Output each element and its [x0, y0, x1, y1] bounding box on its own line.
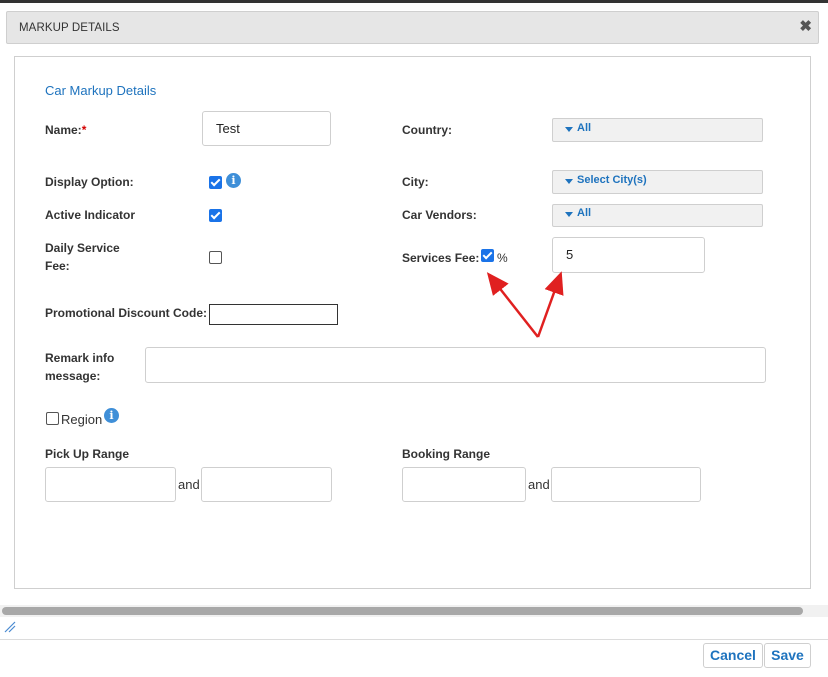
annotation-arrow-left [486, 272, 539, 338]
annotation-arrows [486, 271, 564, 338]
horizontal-scrollbar[interactable] [0, 605, 828, 617]
annotation-arrow-right [536, 271, 564, 338]
footer-divider [0, 639, 828, 640]
cancel-button[interactable]: Cancel [703, 643, 763, 668]
resize-grip-icon[interactable] [4, 621, 16, 633]
save-button[interactable]: Save [764, 643, 811, 668]
scrollbar-thumb[interactable] [2, 607, 803, 615]
